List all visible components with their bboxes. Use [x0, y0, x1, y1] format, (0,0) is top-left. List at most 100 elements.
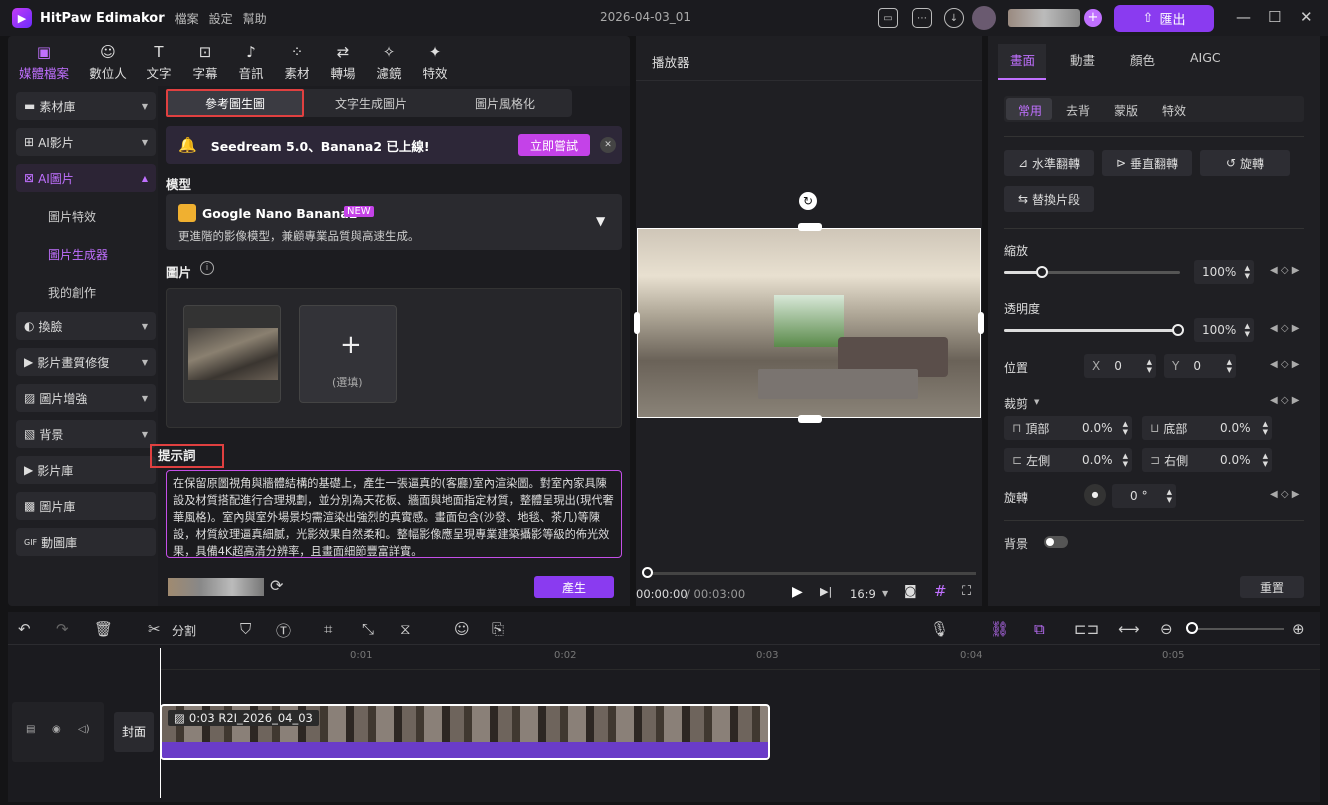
zoom-slider[interactable]: [1188, 628, 1284, 630]
scale-slider[interactable]: [1004, 266, 1180, 278]
layout-icon[interactable]: ▭: [878, 8, 898, 28]
background-toggle[interactable]: [1044, 536, 1068, 548]
mirror-icon[interactable]: ⧖: [400, 620, 411, 638]
subtab-common[interactable]: 常用: [1018, 102, 1042, 119]
replace-clip-button[interactable]: ⇆ 替換片段: [1004, 186, 1094, 212]
subtab-mask[interactable]: 蒙版: [1114, 102, 1138, 119]
tool-subtitle[interactable]: ⊡ 字幕: [182, 43, 228, 82]
sidebar-item-ai-video[interactable]: ⊞ AI影片 ▼: [16, 128, 156, 156]
tab-aigc[interactable]: AIGC: [1190, 50, 1221, 65]
keyframe-icon[interactable]: ◀ ◇ ▶: [1270, 395, 1299, 406]
next-frame-icon[interactable]: ▶|: [820, 585, 832, 598]
aspect-ratio-select[interactable]: 16:9: [850, 587, 876, 601]
export-button[interactable]: ⇧ 匯出: [1114, 5, 1214, 32]
add-image-button[interactable]: + (選填): [299, 305, 397, 403]
zoom-in-icon[interactable]: ⊕: [1292, 620, 1305, 638]
magnet-icon[interactable]: ⧉: [1034, 620, 1045, 638]
redo-icon[interactable]: ↷: [56, 620, 69, 638]
tool-effect[interactable]: ✦ 特效: [412, 43, 458, 82]
menu-settings[interactable]: 設定: [209, 10, 233, 27]
split-icon[interactable]: ✂: [148, 620, 161, 638]
scale-knob[interactable]: [1036, 266, 1048, 278]
keyframe-icon[interactable]: ◀ ◇ ▶: [1270, 489, 1299, 500]
try-now-button[interactable]: 立即嘗試: [518, 134, 590, 156]
crop-bottom-input[interactable]: ⊔ 底部 0.0% ▲ ▼: [1142, 416, 1272, 440]
download-icon[interactable]: ↓: [944, 8, 964, 28]
fullscreen-icon[interactable]: ⛶: [962, 584, 971, 599]
info-icon[interactable]: i: [200, 261, 214, 275]
playhead-knob[interactable]: [642, 567, 653, 578]
delete-icon[interactable]: 🗑: [94, 620, 113, 638]
fit-icon[interactable]: ⟷: [1118, 620, 1140, 638]
zoom-out-icon[interactable]: ⊖: [1160, 620, 1173, 638]
sidebar-item-image-enhance[interactable]: ▨ 圖片增強 ▼: [16, 384, 156, 412]
handle-left[interactable]: [634, 312, 640, 334]
rotate-button[interactable]: ↺ 旋轉: [1200, 150, 1290, 176]
reset-button[interactable]: 重置: [1240, 576, 1304, 598]
prompt-textarea[interactable]: 在保留原圖視角與牆體結構的基礎上，產生一張逼真的(客廳)室內渲染圖。對室內家具陳…: [166, 470, 622, 558]
add-account-icon[interactable]: +: [1084, 9, 1102, 27]
sidebar-sub-my-creations[interactable]: 我的創作: [48, 284, 96, 301]
marker-icon[interactable]: ⛉: [240, 620, 251, 638]
tool-media[interactable]: ▣ 媒體檔案: [8, 43, 80, 82]
sidebar-item-library[interactable]: ▬ 素材庫 ▼: [16, 92, 156, 120]
resize-icon[interactable]: ⤡: [362, 620, 374, 638]
tool-text[interactable]: T 文字: [136, 43, 182, 82]
snapshot-icon[interactable]: ◙: [904, 584, 917, 599]
tool-material[interactable]: ⁘ 素材: [274, 43, 320, 82]
sidebar-item-gif-library[interactable]: GIF 動圖庫: [16, 528, 156, 556]
sidebar-item-face-swap[interactable]: ◐ 換臉 ▼: [16, 312, 156, 340]
flip-vertical-button[interactable]: ⊳ 垂直翻轉: [1102, 150, 1192, 176]
sidebar-item-video-library[interactable]: ▶ 影片庫: [16, 456, 156, 484]
opacity-input[interactable]: 100% ▲ ▼: [1194, 318, 1254, 342]
tool-audio[interactable]: ♪ 音訊: [228, 43, 274, 82]
feedback-icon[interactable]: ⋯: [912, 8, 932, 28]
reference-image-thumbnail[interactable]: [183, 305, 281, 403]
opacity-slider[interactable]: [1004, 324, 1184, 336]
sidebar-item-video-repair[interactable]: ▶ 影片畫質修復 ▼: [16, 348, 156, 376]
maximize-icon[interactable]: ☐: [1268, 8, 1281, 26]
track-lock-icon[interactable]: ▤: [26, 724, 35, 735]
opacity-knob[interactable]: [1172, 324, 1184, 336]
menu-file[interactable]: 檔案: [175, 10, 199, 27]
keyframe-icon[interactable]: ◀ ◇ ▶: [1270, 359, 1299, 370]
rotate-handle-icon[interactable]: ↻: [799, 192, 817, 210]
keyframe-icon[interactable]: ◀ ◇ ▶: [1270, 323, 1299, 334]
undo-icon[interactable]: ↶: [18, 620, 31, 638]
text-tool-icon[interactable]: Ⓣ: [276, 620, 291, 641]
tab-animation[interactable]: 動畫: [1070, 50, 1095, 69]
generate-button[interactable]: 產生: [534, 576, 614, 598]
handle-bottom[interactable]: [798, 415, 822, 423]
crop-icon[interactable]: ⌗: [324, 620, 332, 638]
play-icon[interactable]: ▶: [792, 584, 803, 600]
sidebar-item-ai-image[interactable]: ⊠ AI圖片 ▲: [16, 164, 156, 192]
tool-filter[interactable]: ✧ 濾鏡: [366, 43, 412, 82]
subtab-effects[interactable]: 特效: [1162, 102, 1186, 119]
export-frame-icon[interactable]: ⎘: [492, 620, 504, 638]
tab-color[interactable]: 顏色: [1130, 50, 1155, 69]
sidebar-item-image-library[interactable]: ▩ 圖片庫: [16, 492, 156, 520]
zoom-knob[interactable]: [1186, 622, 1198, 634]
position-y-input[interactable]: Y 0 ▲ ▼: [1164, 354, 1236, 378]
rotation-input[interactable]: 0 ° ▲ ▼: [1112, 484, 1176, 508]
flip-horizontal-button[interactable]: ⊿ 水準翻轉: [1004, 150, 1094, 176]
playback-progress[interactable]: [646, 572, 976, 575]
keyframe-icon[interactable]: ◀ ◇ ▶: [1270, 265, 1299, 276]
face-icon[interactable]: ☺: [454, 620, 470, 638]
tab-image-to-image[interactable]: 參考圖生圖: [166, 89, 304, 117]
tool-transition[interactable]: ⇄ 轉場: [320, 43, 366, 82]
scale-input[interactable]: 100% ▲ ▼: [1194, 260, 1254, 284]
cover-button[interactable]: 封面: [114, 712, 154, 752]
minimize-icon[interactable]: —: [1236, 8, 1251, 26]
rotation-dial[interactable]: ●: [1084, 484, 1106, 506]
user-avatar[interactable]: [972, 6, 996, 30]
crop-right-input[interactable]: ⊐ 右側 0.0% ▲ ▼: [1142, 448, 1272, 472]
subtab-remove-bg[interactable]: 去背: [1066, 102, 1090, 119]
video-clip[interactable]: ▨ 0:03 R2I_2026_04_03: [160, 704, 770, 760]
split-clip-icon[interactable]: ⊏⊐: [1074, 620, 1099, 638]
link-icon[interactable]: ⛓: [990, 620, 1009, 638]
crop-label[interactable]: 裁剪: [1004, 395, 1028, 412]
handle-right[interactable]: [978, 312, 984, 334]
tool-avatar[interactable]: ☺ 數位人: [80, 43, 136, 82]
tab-image-stylize[interactable]: 圖片風格化: [438, 89, 572, 117]
